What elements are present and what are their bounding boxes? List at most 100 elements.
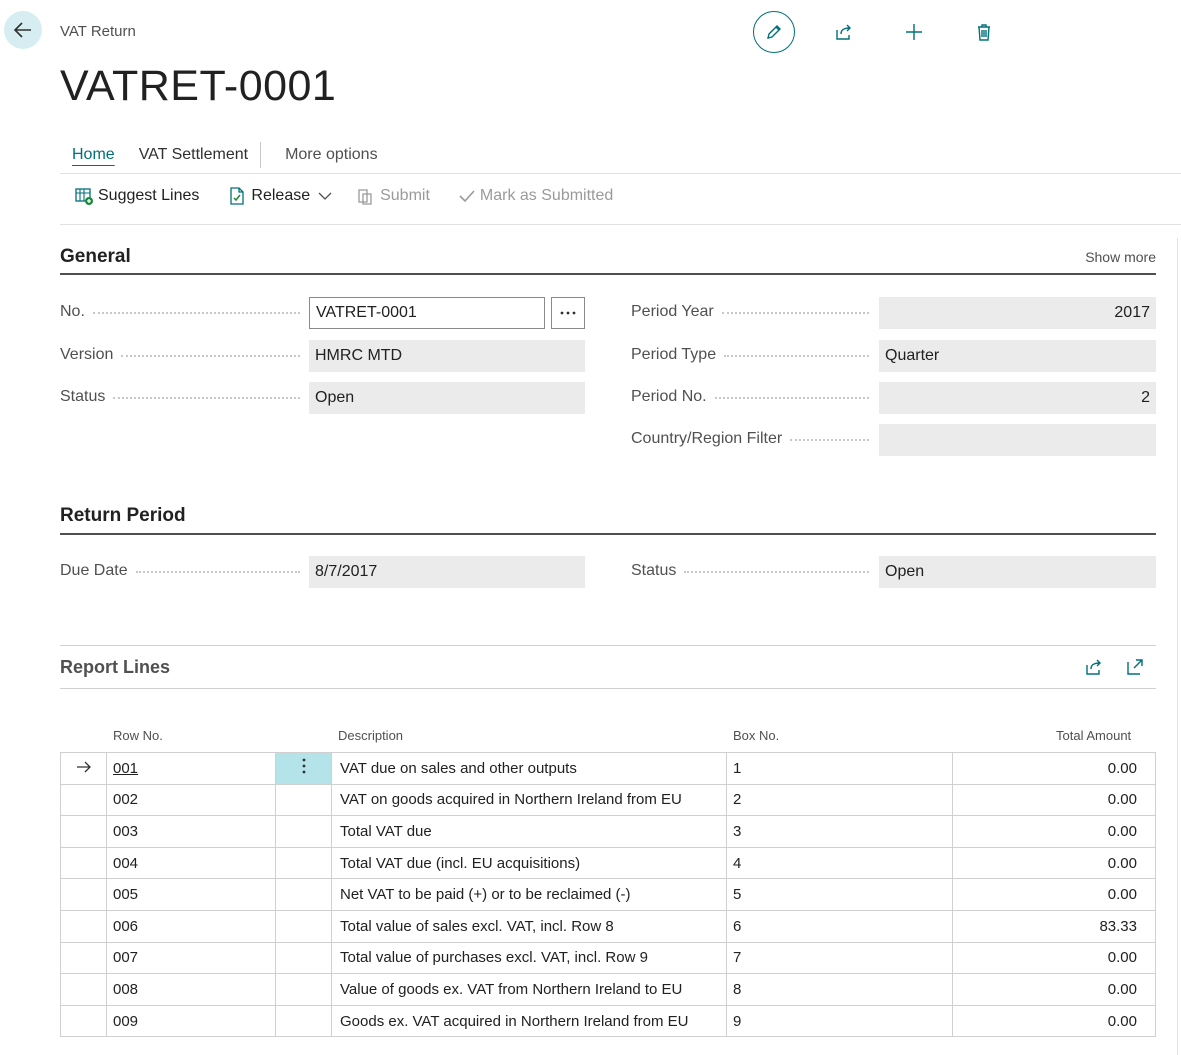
box-no-cell[interactable]: 7 [726, 941, 953, 975]
description-cell[interactable]: Total value of sales excl. VAT, incl. Ro… [331, 909, 727, 943]
new-button[interactable] [893, 11, 935, 53]
row-actions-menu[interactable] [275, 909, 332, 943]
total-amount-cell[interactable]: 0.00 [952, 941, 1156, 975]
return-status-field: Open [879, 556, 1156, 588]
description-cell[interactable]: Value of goods ex. VAT from Northern Ire… [331, 973, 727, 1006]
row-selector[interactable] [60, 846, 107, 880]
row-selector[interactable] [60, 909, 107, 943]
description-cell[interactable]: VAT on goods acquired in Northern Irelan… [331, 783, 727, 817]
row-no-cell[interactable]: 006 [106, 909, 276, 943]
release-dropdown-toggle[interactable] [318, 191, 332, 201]
row-no-cell[interactable]: 007 [106, 941, 276, 975]
total-amount-cell[interactable]: 0.00 [952, 846, 1156, 880]
report-lines-title[interactable]: Report Lines [60, 657, 170, 678]
box-no-cell[interactable]: 6 [726, 909, 953, 943]
no-field[interactable]: VATRET-0001 [309, 297, 545, 329]
column-header-description[interactable]: Description [338, 728, 403, 743]
back-button[interactable] [4, 11, 42, 49]
label-leader-dots [135, 571, 300, 573]
row-actions-menu[interactable] [275, 815, 332, 848]
ellipsis-icon [560, 311, 576, 315]
box-no-cell[interactable]: 5 [726, 878, 953, 911]
label-leader-dots [790, 439, 869, 441]
row-no-cell[interactable]: 003 [106, 815, 276, 848]
submit-button[interactable]: Submit [356, 186, 430, 206]
row-selector[interactable] [60, 815, 107, 848]
row-actions-menu[interactable] [275, 846, 332, 880]
table-row[interactable]: 006 Total value of sales excl. VAT, incl.… [60, 909, 1156, 943]
row-no-cell[interactable]: 004 [106, 846, 276, 880]
row-no-value[interactable]: 001 [113, 760, 138, 777]
period-year-label-text: Period Year [631, 303, 714, 320]
total-amount-cell[interactable]: 83.33 [952, 909, 1156, 943]
table-row[interactable]: 004 Total VAT due (incl. EU acquisitions)… [60, 846, 1156, 880]
description-cell[interactable]: Net VAT to be paid (+) or to be reclaime… [331, 878, 727, 911]
row-actions-menu[interactable] [275, 1004, 332, 1038]
return-period-section-title[interactable]: Return Period [60, 505, 186, 527]
table-row[interactable]: 008 Value of goods ex. VAT from Northern … [60, 973, 1156, 1006]
column-header-box-no[interactable]: Box No. [733, 728, 779, 743]
no-lookup-button[interactable] [551, 297, 585, 329]
row-no-cell[interactable]: 008 [106, 973, 276, 1006]
table-row[interactable]: 001 VAT due on sales and other outputs 1 0.… [60, 752, 1156, 785]
row-no-cell[interactable]: 001 [106, 752, 276, 785]
row-actions-menu[interactable] [275, 783, 332, 817]
row-actions-menu[interactable] [275, 878, 332, 911]
row-no-value: 002 [113, 791, 139, 809]
total-amount-cell[interactable]: 0.00 [952, 878, 1156, 911]
table-row[interactable]: 002 VAT on goods acquired in Northern Ire… [60, 783, 1156, 817]
box-no-cell[interactable]: 1 [726, 752, 953, 785]
box-no-cell[interactable]: 9 [726, 1004, 953, 1038]
row-selector[interactable] [60, 973, 107, 1006]
report-lines-share-button[interactable] [1083, 656, 1105, 678]
delete-button[interactable] [963, 11, 1005, 53]
no-field-label: No. [60, 303, 300, 321]
box-no-cell[interactable]: 2 [726, 783, 953, 817]
share-button[interactable] [823, 11, 865, 53]
report-lines-expand-button[interactable] [1124, 656, 1146, 678]
table-row[interactable]: 007 Total value of purchases excl. VAT, i… [60, 941, 1156, 975]
row-selector[interactable] [60, 752, 107, 785]
row-selector[interactable] [60, 783, 107, 817]
table-row[interactable]: 005 Net VAT to be paid (+) or to be recla… [60, 878, 1156, 911]
row-actions-menu[interactable] [275, 973, 332, 1006]
tab-vat-settlement[interactable]: VAT Settlement [127, 146, 260, 164]
release-button[interactable]: Release [227, 186, 310, 206]
general-section-title[interactable]: General [60, 246, 131, 268]
row-selector[interactable] [60, 941, 107, 975]
description-cell[interactable]: Total VAT due (incl. EU acquisitions) [331, 846, 727, 880]
row-no-cell[interactable]: 009 [106, 1004, 276, 1038]
total-amount-cell[interactable]: 0.00 [952, 815, 1156, 848]
row-no-cell[interactable]: 005 [106, 878, 276, 911]
total-amount-cell[interactable]: 0.00 [952, 752, 1156, 785]
box-no-cell[interactable]: 3 [726, 815, 953, 848]
suggest-lines-button[interactable]: Suggest Lines [74, 186, 199, 206]
row-selector[interactable] [60, 1004, 107, 1038]
total-amount-cell[interactable]: 0.00 [952, 973, 1156, 1006]
row-no-cell[interactable]: 002 [106, 783, 276, 817]
column-header-total-amount[interactable]: Total Amount [1056, 728, 1131, 743]
box-no-cell[interactable]: 4 [726, 846, 953, 880]
edit-button[interactable] [753, 11, 795, 53]
mark-as-submitted-button[interactable]: Mark as Submitted [458, 187, 613, 205]
tab-home[interactable]: Home [60, 146, 127, 164]
total-amount-cell[interactable]: 0.00 [952, 1004, 1156, 1038]
description-cell[interactable]: VAT due on sales and other outputs [331, 752, 727, 785]
box-no-cell[interactable]: 8 [726, 973, 953, 1006]
description-cell[interactable]: Total value of purchases excl. VAT, incl… [331, 941, 727, 975]
total-amount-cell[interactable]: 0.00 [952, 783, 1156, 817]
row-no-value: 004 [113, 854, 139, 872]
table-row[interactable]: 009 Goods ex. VAT acquired in Northern Ir… [60, 1004, 1156, 1038]
column-header-row-no[interactable]: Row No. [113, 728, 163, 743]
tab-more-options[interactable]: More options [273, 146, 390, 164]
content-scrollbar-track[interactable] [1177, 238, 1178, 1055]
show-more-link[interactable]: Show more [1085, 249, 1156, 265]
page-caption: VAT Return [60, 23, 136, 40]
row-actions-menu[interactable] [275, 752, 332, 785]
table-row[interactable]: 003 Total VAT due 3 0.00 [60, 815, 1156, 848]
row-selector[interactable] [60, 878, 107, 911]
description-cell[interactable]: Goods ex. VAT acquired in Northern Irela… [331, 1004, 727, 1038]
tabs-divider [60, 173, 1181, 174]
row-actions-menu[interactable] [275, 941, 332, 975]
description-cell[interactable]: Total VAT due [331, 815, 727, 848]
